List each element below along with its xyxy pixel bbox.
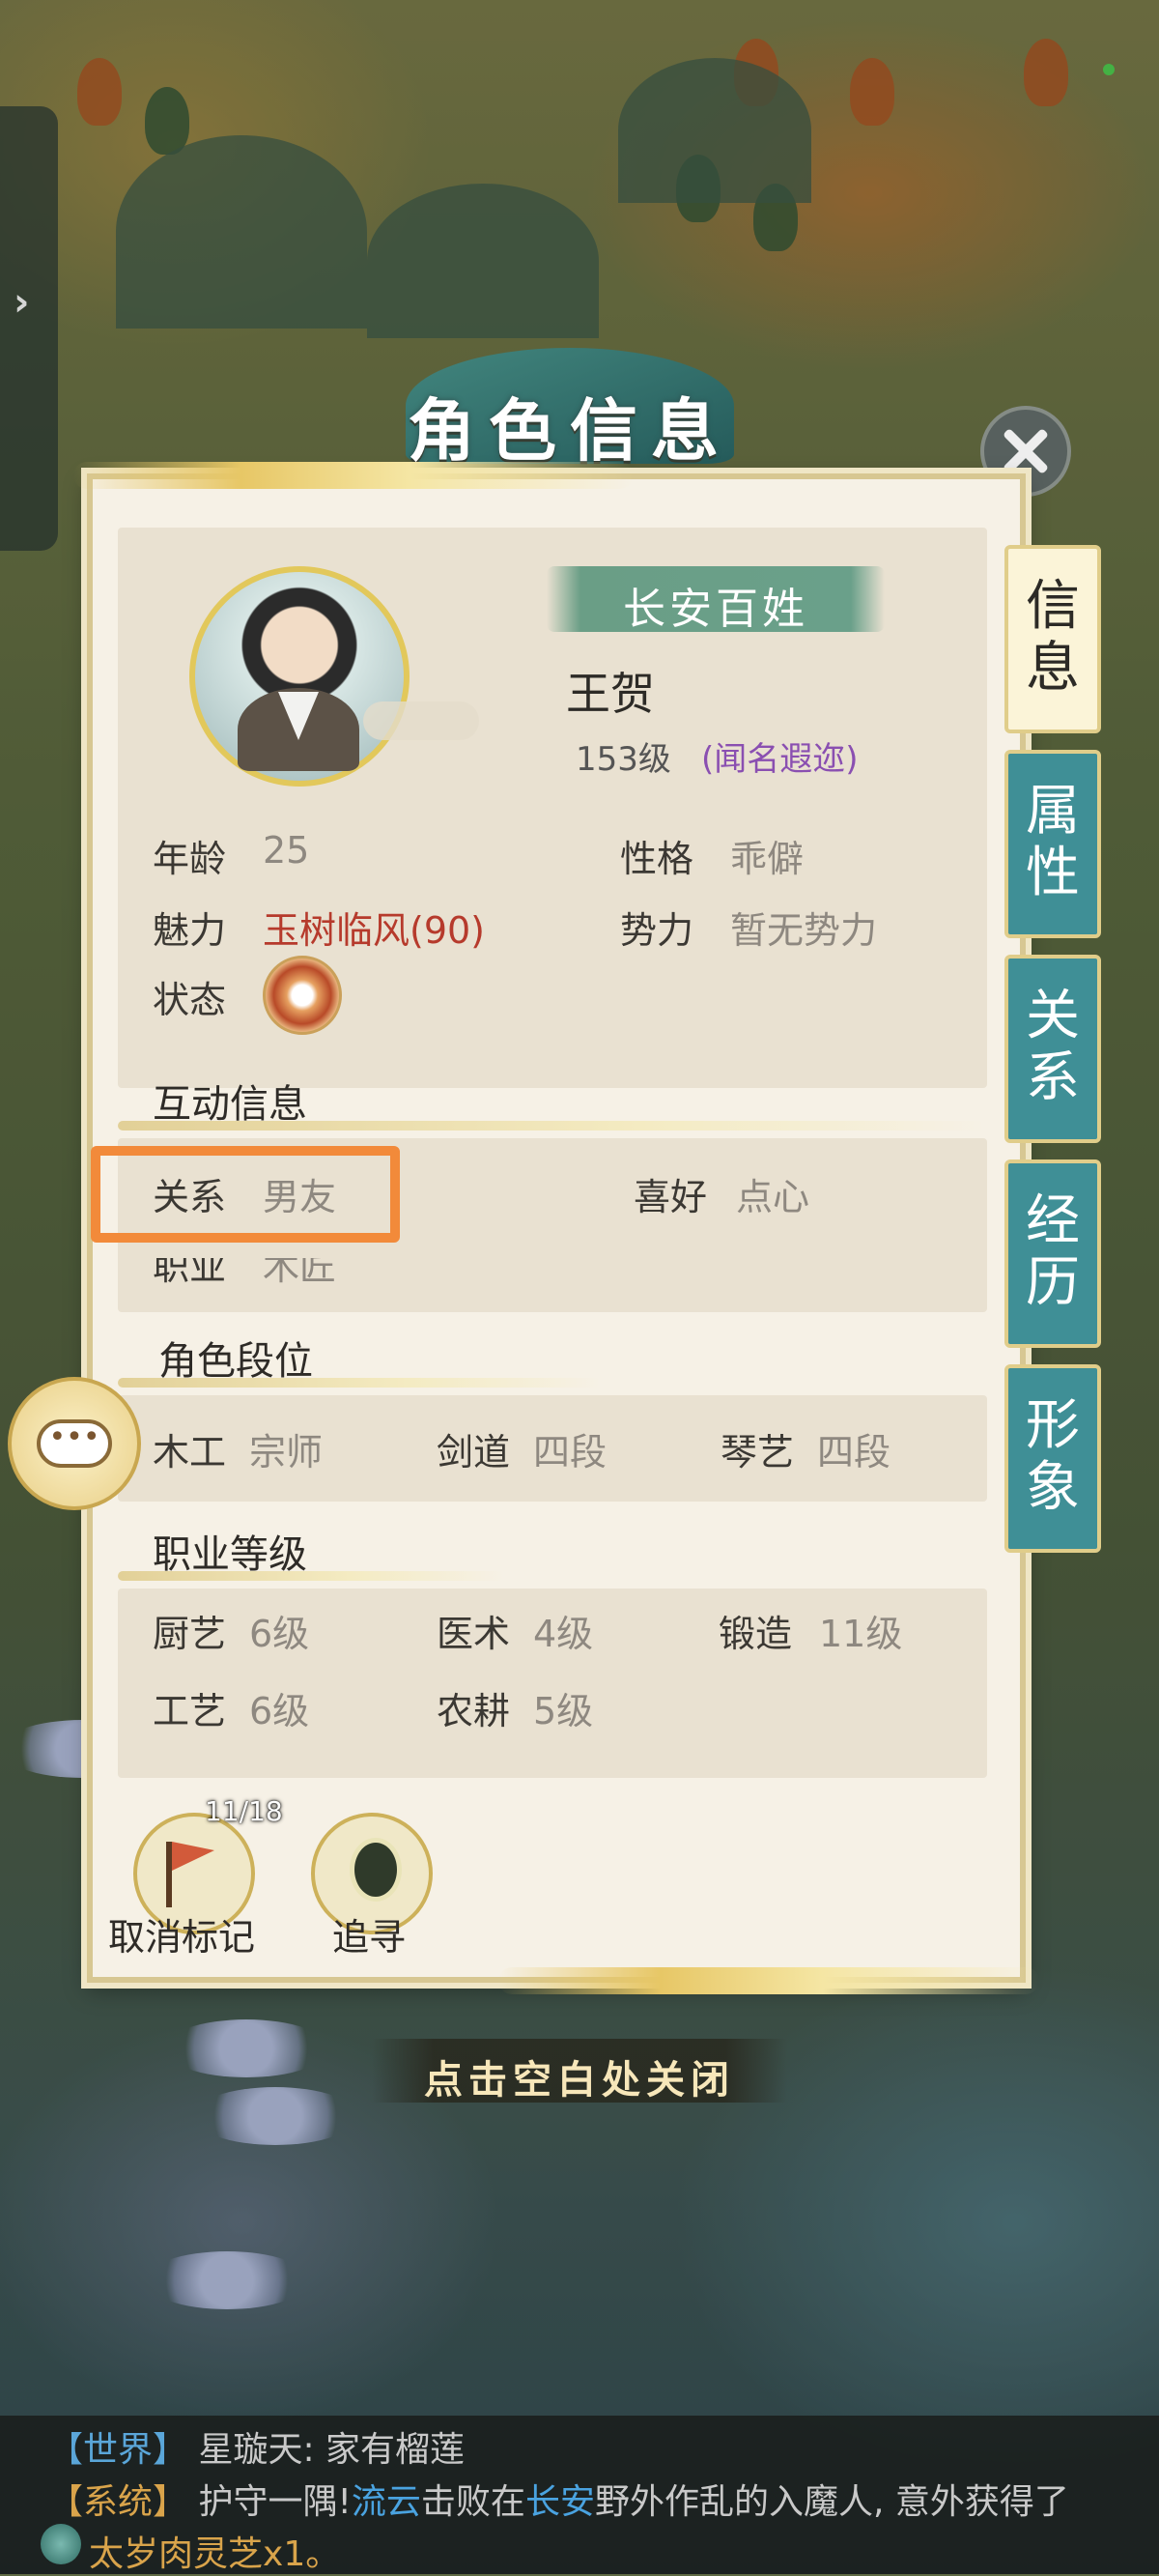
chat-line-system: 【系统】 护守一隅!流云击败在长安野外作乱的入魔人, 意外获得了 [48, 2474, 1069, 2524]
rank-item-label: 琴艺 [721, 1431, 795, 1474]
job-level-value: 6级 [249, 1690, 310, 1732]
job-level-label: 厨艺 [153, 1613, 227, 1655]
hobby-label: 喜好 [634, 1176, 708, 1218]
chat-bubble-icon: ••• [37, 1419, 112, 1468]
character-level: 153级 [576, 740, 671, 779]
tab-appearance[interactable]: 形象 [1004, 1364, 1101, 1553]
reward-item-name[interactable]: 太岁肉灵芝 [89, 2534, 263, 2574]
panel-trim-top [73, 462, 634, 489]
cloud-decoration [363, 701, 479, 740]
tab-experience[interactable]: 经历 [1004, 1159, 1101, 1348]
window-title: 角色信息 [408, 390, 732, 471]
avatar [189, 566, 410, 787]
tab-attributes[interactable]: 属性 [1004, 750, 1101, 938]
character-info-panel: 长安百姓 王贺 153级 (闻名遐迩) 年龄 25 性格 乖僻 魅力 玉树临风(… [73, 462, 1039, 1994]
close-hint[interactable]: 点击空白处关闭 [372, 2039, 787, 2103]
track-label: 追寻 [332, 1916, 407, 1959]
reward-qty: x1。 [263, 2534, 341, 2574]
chat-location[interactable]: 长安 [525, 2482, 595, 2522]
chat-message: 野外作乱的入魔人, 意外获得了 [594, 2482, 1069, 2522]
age-label: 年龄 [153, 838, 227, 880]
section-divider [118, 1378, 601, 1388]
herb-icon [41, 2524, 81, 2564]
fame-title: (闻名遐迩) [701, 740, 859, 779]
job-level-label: 医术 [437, 1613, 511, 1655]
section-divider [118, 1571, 504, 1581]
relation-highlight-box [91, 1146, 400, 1243]
rank-title-banner: 长安百姓 [547, 566, 885, 634]
chat-message: 星璇天: 家有榴莲 [198, 2430, 466, 2470]
chat-button[interactable]: ••• [8, 1377, 141, 1510]
personality-label: 性格 [620, 838, 694, 880]
rank-item-label: 木工 [153, 1431, 227, 1474]
flag-icon [166, 1842, 172, 1907]
faction-label: 势力 [620, 909, 694, 952]
bowl-icon[interactable] [263, 956, 342, 1035]
panel-trim-bottom [498, 1967, 1039, 1994]
chat-message: 击败在 [420, 2482, 525, 2522]
mark-count: 11/18 [205, 1795, 283, 1827]
character-name: 王贺 [566, 668, 655, 720]
section-divider [118, 1121, 987, 1131]
chat-line-world: 【世界】 星璇天: 家有榴莲 [48, 2421, 465, 2472]
rank-item-value: 四段 [533, 1431, 608, 1474]
location-pin-icon [350, 1838, 402, 1902]
chat-message: 护守一隅! [198, 2482, 352, 2522]
faction-value: 暂无势力 [730, 909, 878, 952]
job-level-value: 6级 [249, 1613, 310, 1655]
close-hint-text: 点击空白处关闭 [424, 2057, 735, 2103]
job-level-value: 4级 [533, 1613, 594, 1655]
job-level-value: 11级 [819, 1613, 903, 1655]
job-level-label: 锻造 [719, 1613, 793, 1655]
charm-value: 玉树临风(90) [263, 909, 486, 952]
personality-value: 乖僻 [730, 838, 805, 880]
tab-info[interactable]: 信息 [1004, 545, 1101, 733]
chat-channel-tag: 【世界】 [48, 2430, 188, 2470]
status-label: 状态 [153, 979, 227, 1021]
rank-item-value: 宗师 [249, 1431, 324, 1474]
chat-line-reward: 太岁肉灵芝x1。 [89, 2526, 340, 2576]
chat-player-name[interactable]: 流云 [352, 2482, 421, 2522]
job-level-label: 工艺 [153, 1690, 227, 1732]
rank-title: 长安百姓 [623, 585, 808, 634]
charm-label: 魅力 [153, 909, 227, 952]
rank-item-value: 四段 [817, 1431, 891, 1474]
rank-item-label: 剑道 [437, 1431, 511, 1474]
unmark-label: 取消标记 [108, 1916, 256, 1959]
job-level-value: 5级 [533, 1690, 594, 1732]
job-level-label: 农耕 [437, 1690, 511, 1732]
age-value: 25 [263, 829, 310, 872]
tab-relations[interactable]: 关系 [1004, 955, 1101, 1143]
hobby-value: 点心 [736, 1176, 810, 1218]
chat-channel-tag: 【系统】 [48, 2482, 188, 2522]
